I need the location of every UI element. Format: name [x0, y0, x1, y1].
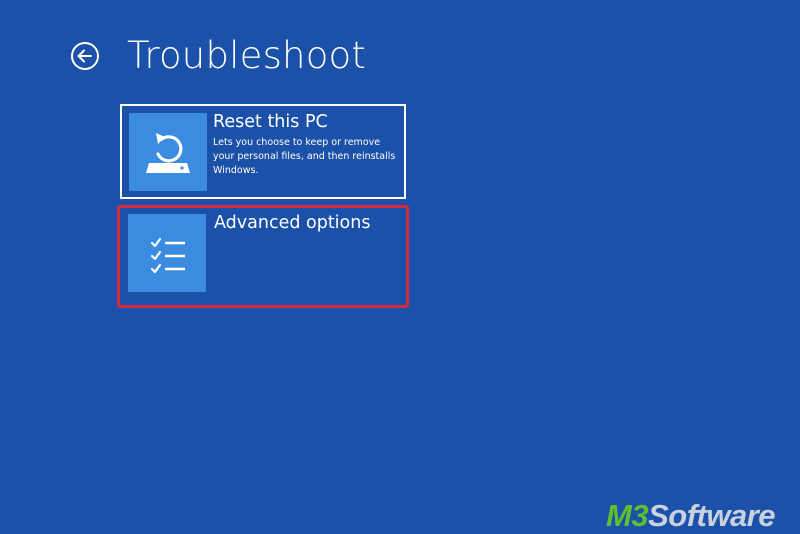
option-title: Reset this PC	[213, 112, 328, 132]
reset-this-pc-option[interactable]: Reset this PC Lets you choose to keep or…	[120, 104, 406, 199]
page-title: Troubleshoot	[127, 34, 367, 77]
watermark-brand: M3	[606, 498, 649, 533]
arrow-left-circle-icon	[71, 42, 99, 70]
checklist-icon	[128, 214, 206, 292]
option-description: Lets you choose to keep or remove your p…	[213, 137, 396, 176]
back-button[interactable]	[70, 41, 100, 71]
advanced-options-option[interactable]: Advanced options	[117, 205, 409, 308]
watermark-text: Software	[648, 498, 775, 533]
watermark-logo: M3Software	[606, 498, 775, 534]
option-title: Advanced options	[214, 213, 371, 233]
reset-pc-icon	[129, 113, 207, 191]
